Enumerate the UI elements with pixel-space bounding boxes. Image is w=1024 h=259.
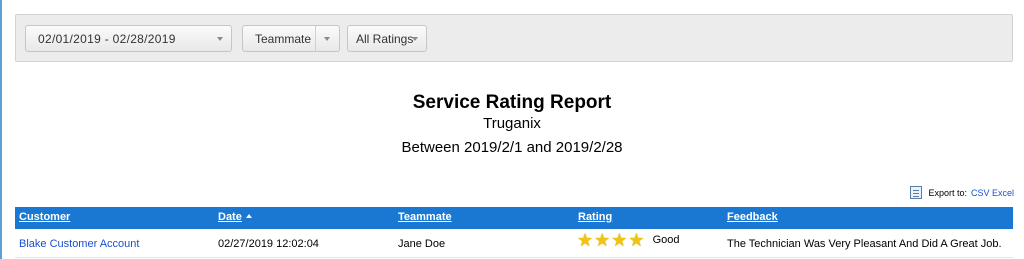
csv-excel-link[interactable]: CSV Excel: [971, 188, 1014, 198]
report-title: Service Rating Report: [412, 92, 612, 113]
rating-stars: ★ ★ ★ ★: [577, 230, 645, 250]
teammate-label: Teammate: [255, 31, 312, 46]
export-bar: Export to: CSV Excel: [910, 186, 1014, 199]
column-customer[interactable]: Customer: [19, 211, 70, 223]
ratings-table: Customer Date Teammate Rating Feedback B…: [15, 207, 1013, 259]
ratings-label: All Ratings: [356, 31, 414, 46]
column-customer-label: Customer: [19, 211, 71, 223]
date-range-label: 02/01/2019 - 02/28/2019: [38, 31, 176, 46]
row-date: 02/27/2019 12:02:04: [218, 238, 319, 250]
column-teammate-label: Teammate: [398, 211, 452, 223]
row-feedback: The Technician Was Very Pleasant And Did…: [727, 238, 1002, 250]
table-header: Customer Date Teammate Rating Feedback: [15, 207, 1013, 229]
star-icon: ★: [611, 230, 628, 250]
company-name: Truganix: [483, 115, 541, 132]
customer-link[interactable]: Blake Customer Account: [19, 238, 139, 250]
column-rating-label: Rating: [578, 211, 613, 223]
rating-text: Good: [652, 234, 680, 246]
teammate-dropdown[interactable]: Teammate: [242, 25, 340, 52]
chevron-down-icon[interactable]: [324, 37, 330, 41]
star-icon: ★: [594, 230, 611, 250]
service-rating-page: 02/01/2019 - 02/28/2019 Teammate All Rat…: [0, 0, 1024, 259]
chevron-down-icon: [217, 37, 223, 41]
export-label: Export to:: [928, 187, 967, 198]
date-range-dropdown[interactable]: 02/01/2019 - 02/28/2019: [25, 25, 232, 52]
table-bottom-divider: [15, 257, 1013, 258]
table-row: Blake Customer Account 02/27/2019 12:02:…: [15, 229, 1013, 259]
column-feedback[interactable]: Feedback: [727, 211, 778, 223]
star-icon: ★: [628, 230, 645, 250]
report-date-range: Between 2019/2/1 and 2019/2/28: [401, 139, 623, 156]
sort-ascending-icon: [245, 214, 252, 218]
column-date[interactable]: Date: [218, 211, 252, 223]
column-feedback-label: Feedback: [727, 211, 778, 223]
ratings-dropdown[interactable]: All Ratings: [347, 25, 427, 52]
split-divider: [315, 26, 316, 51]
column-rating[interactable]: Rating: [578, 211, 612, 223]
row-teammate: Jane Doe: [398, 238, 446, 250]
row-rating: ★ ★ ★ ★ Good: [577, 230, 680, 250]
star-icon: ★: [577, 230, 594, 250]
filter-bar: 02/01/2019 - 02/28/2019 Teammate All Rat…: [15, 14, 1013, 62]
chevron-down-icon: [412, 37, 418, 41]
column-teammate[interactable]: Teammate: [398, 211, 452, 223]
export-document-icon: [910, 186, 923, 199]
column-date-label: Date: [218, 211, 242, 223]
